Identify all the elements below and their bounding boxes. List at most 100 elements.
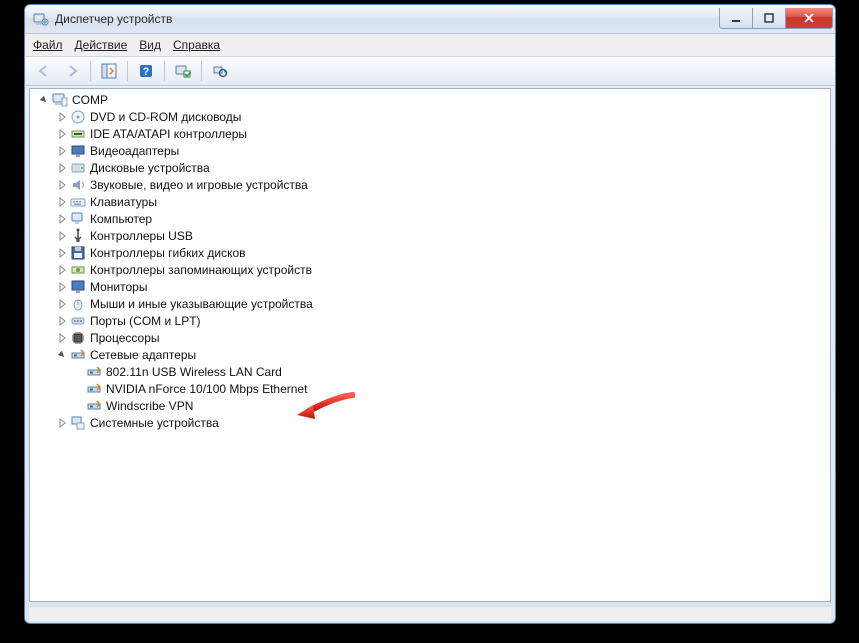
storage-icon bbox=[70, 262, 86, 278]
menu-action[interactable]: Действие bbox=[75, 38, 128, 52]
system-icon bbox=[70, 415, 86, 431]
expander-icon[interactable] bbox=[38, 94, 50, 106]
tree-category[interactable]: Контроллеры USB bbox=[30, 227, 830, 244]
tree-category-label: Контроллеры USB bbox=[90, 229, 193, 243]
tree-device[interactable]: 802.11n USB Wireless LAN Card bbox=[30, 363, 830, 380]
titlebar: Диспетчер устройств bbox=[25, 5, 835, 34]
scan-hardware-button[interactable] bbox=[170, 59, 196, 83]
sound-icon bbox=[70, 177, 86, 193]
expander-icon[interactable] bbox=[56, 264, 68, 276]
tree-category-label: Мыши и иные указывающие устройства bbox=[90, 297, 313, 311]
expander-icon[interactable] bbox=[56, 111, 68, 123]
network-adapter-icon bbox=[86, 381, 102, 397]
tree-category-label: Видеоадаптеры bbox=[90, 144, 179, 158]
tree-root[interactable]: COMP bbox=[30, 91, 830, 108]
expander-icon[interactable] bbox=[56, 213, 68, 225]
expander-icon[interactable] bbox=[56, 247, 68, 259]
tree-category[interactable]: IDE ATA/ATAPI контроллеры bbox=[30, 125, 830, 142]
menu-file[interactable]: Файл bbox=[33, 38, 63, 52]
help-button[interactable]: ? bbox=[133, 59, 159, 83]
expander-icon[interactable] bbox=[56, 179, 68, 191]
display-icon bbox=[70, 143, 86, 159]
tree-category[interactable]: DVD и CD-ROM дисководы bbox=[30, 108, 830, 125]
minimize-button[interactable] bbox=[719, 8, 753, 29]
tree-category[interactable]: Компьютер bbox=[30, 210, 830, 227]
tree-category-label: Компьютер bbox=[90, 212, 152, 226]
expander-icon[interactable] bbox=[56, 281, 68, 293]
device-manager-window: Диспетчер устройств Файл Действие Вид Сп… bbox=[24, 4, 836, 624]
computer-icon bbox=[70, 211, 86, 227]
tree-root-label: COMP bbox=[72, 93, 108, 107]
tree-category[interactable]: Сетевые адаптеры bbox=[30, 346, 830, 363]
device-tree: COMP DVD и CD-ROM дисководы IDE ATA/ATAPI … bbox=[30, 91, 830, 431]
status-strip bbox=[29, 606, 831, 621]
mouse-icon bbox=[70, 296, 86, 312]
tree-category-label: IDE ATA/ATAPI контроллеры bbox=[90, 127, 247, 141]
expander-icon[interactable] bbox=[56, 145, 68, 157]
tree-category[interactable]: Видеоадаптеры bbox=[30, 142, 830, 159]
tree-category-label: DVD и CD-ROM дисководы bbox=[90, 110, 241, 124]
close-button[interactable] bbox=[786, 8, 833, 29]
tree-device-label: 802.11n USB Wireless LAN Card bbox=[106, 365, 282, 379]
keyboard-icon bbox=[70, 194, 86, 210]
tree-category[interactable]: Системные устройства bbox=[30, 414, 830, 431]
port-icon bbox=[70, 313, 86, 329]
tree-category[interactable]: Мониторы bbox=[30, 278, 830, 295]
back-button[interactable] bbox=[31, 59, 57, 83]
expander-icon[interactable] bbox=[56, 230, 68, 242]
tree-device-label: NVIDIA nForce 10/100 Mbps Ethernet bbox=[106, 382, 307, 396]
menu-help[interactable]: Справка bbox=[173, 38, 220, 52]
svg-text:?: ? bbox=[143, 66, 150, 78]
tree-device[interactable]: Windscribe VPN bbox=[30, 397, 830, 414]
tree-category[interactable]: Порты (COM и LPT) bbox=[30, 312, 830, 329]
expander-icon[interactable] bbox=[56, 128, 68, 140]
menu-view[interactable]: Вид bbox=[139, 38, 161, 52]
forward-button[interactable] bbox=[59, 59, 85, 83]
expander-icon[interactable] bbox=[56, 298, 68, 310]
tree-category-label: Сетевые адаптеры bbox=[90, 348, 196, 362]
tree-category[interactable]: Клавиатуры bbox=[30, 193, 830, 210]
app-icon bbox=[33, 11, 49, 27]
tree-category-label: Контроллеры гибких дисков bbox=[90, 246, 246, 260]
monitor-icon bbox=[70, 279, 86, 295]
expander-icon[interactable] bbox=[56, 417, 68, 429]
tree-category[interactable]: Дисковые устройства bbox=[30, 159, 830, 176]
maximize-button[interactable] bbox=[753, 8, 786, 29]
expander-icon[interactable] bbox=[56, 162, 68, 174]
ide-icon bbox=[70, 126, 86, 142]
tree-category-label: Мониторы bbox=[90, 280, 147, 294]
toolbar-separator bbox=[90, 61, 91, 81]
tree-device-label: Windscribe VPN bbox=[106, 399, 193, 413]
expander-icon[interactable] bbox=[56, 349, 68, 361]
tree-category-label: Процессоры bbox=[90, 331, 160, 345]
tree-device[interactable]: NVIDIA nForce 10/100 Mbps Ethernet bbox=[30, 380, 830, 397]
cpu-icon bbox=[70, 330, 86, 346]
disk-icon bbox=[70, 160, 86, 176]
network-icon bbox=[70, 347, 86, 363]
tree-category-label: Системные устройства bbox=[90, 416, 219, 430]
tree-category-label: Контроллеры запоминающих устройств bbox=[90, 263, 312, 277]
device-tree-panel[interactable]: COMP DVD и CD-ROM дисководы IDE ATA/ATAPI … bbox=[29, 88, 831, 602]
toolbar-separator bbox=[127, 61, 128, 81]
toolbar: ? bbox=[25, 57, 835, 86]
expander-icon[interactable] bbox=[56, 315, 68, 327]
refresh-button[interactable] bbox=[207, 59, 233, 83]
tree-category-label: Клавиатуры bbox=[90, 195, 157, 209]
tree-category[interactable]: Контроллеры запоминающих устройств bbox=[30, 261, 830, 278]
tree-category[interactable]: Звуковые, видео и игровые устройства bbox=[30, 176, 830, 193]
computer-icon bbox=[52, 92, 68, 108]
window-title: Диспетчер устройств bbox=[55, 12, 719, 26]
tree-category[interactable]: Процессоры bbox=[30, 329, 830, 346]
tree-category[interactable]: Контроллеры гибких дисков bbox=[30, 244, 830, 261]
tree-category-label: Звуковые, видео и игровые устройства bbox=[90, 178, 308, 192]
expander-icon[interactable] bbox=[56, 196, 68, 208]
network-adapter-icon bbox=[86, 364, 102, 380]
tree-category-label: Порты (COM и LPT) bbox=[90, 314, 201, 328]
floppy-icon bbox=[70, 245, 86, 261]
show-hide-tree-button[interactable] bbox=[96, 59, 122, 83]
tree-category[interactable]: Мыши и иные указывающие устройства bbox=[30, 295, 830, 312]
expander-icon[interactable] bbox=[56, 332, 68, 344]
window-controls bbox=[719, 9, 833, 29]
toolbar-separator bbox=[201, 61, 202, 81]
toolbar-separator bbox=[164, 61, 165, 81]
